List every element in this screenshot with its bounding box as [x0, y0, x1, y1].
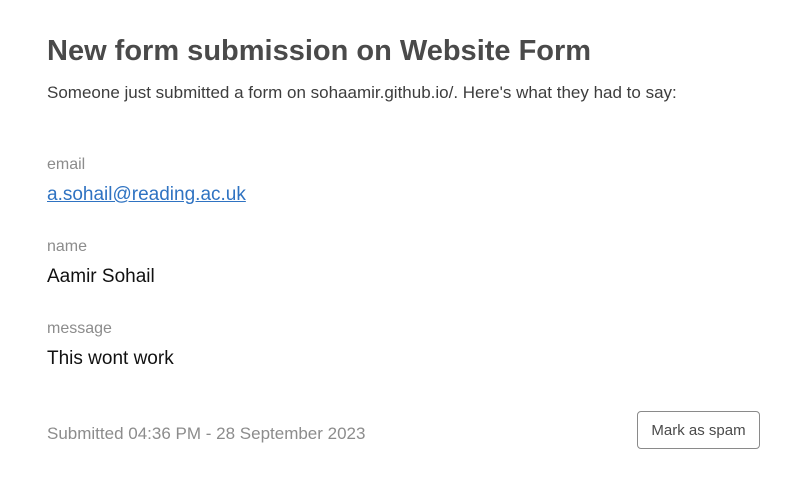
submitted-timestamp: Submitted 04:36 PM - 28 September 2023 [47, 424, 366, 443]
field-label-message: message [47, 320, 112, 337]
field-email: email a.sohail@reading.ac.uk [47, 155, 246, 207]
field-value-message: This wont work [47, 348, 174, 369]
field-message: message This wont work [47, 319, 174, 371]
field-value-email: a.sohail@reading.ac.uk [47, 183, 246, 207]
page-title: New form submission on Website Form [47, 35, 592, 67]
form-submission-email: New form submission on Website Form Some… [47, 0, 761, 483]
email-link[interactable]: a.sohail@reading.ac.uk [47, 184, 246, 205]
mark-as-spam-button[interactable]: Mark as spam [637, 411, 760, 449]
field-value-name: Aamir Sohail [47, 266, 155, 287]
intro-text: Someone just submitted a form on sohaami… [47, 83, 677, 102]
field-label-name: name [47, 238, 88, 255]
field-label-email: email [47, 156, 86, 173]
field-name: name Aamir Sohail [47, 237, 155, 289]
